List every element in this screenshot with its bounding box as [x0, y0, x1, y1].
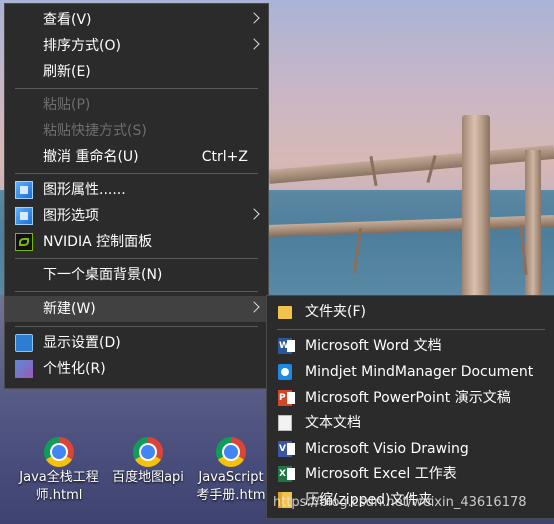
menu-item-next-background[interactable]: 下一个桌面背景(N) [5, 262, 268, 288]
desktop-icon-label: 师.html [35, 488, 83, 503]
fence-post-far [525, 150, 541, 300]
menu-item-label: 个性化(R) [43, 361, 106, 377]
desktop-icon-javascript-manual[interactable]: JavaScript 考手册.htm [186, 437, 276, 505]
menu-separator [15, 291, 258, 292]
menu-item-label: Microsoft PowerPoint 演示文稿 [305, 390, 511, 406]
menu-item-refresh[interactable]: 刷新(E) [5, 59, 268, 85]
menu-item-label: Microsoft Excel 工作表 [305, 466, 457, 482]
menu-item-label: 新建(W) [43, 301, 96, 317]
menu-item-label: 下一个桌面背景(N) [43, 267, 163, 283]
menu-item-label: 排序方式(O) [43, 38, 121, 54]
menu-item-graphics-options[interactable]: 图形选项 [5, 203, 268, 229]
menu-item-label: 粘贴快捷方式(S) [43, 123, 147, 139]
visio-icon [278, 441, 295, 457]
menu-item-label: 显示设置(D) [43, 335, 121, 351]
graphics-options-icon [15, 207, 33, 225]
chevron-right-icon [248, 12, 260, 24]
menu-separator [15, 88, 258, 89]
menu-item-shortcut: Ctrl+Z [201, 149, 248, 165]
menu-item-label: 图形属性...... [43, 182, 126, 198]
menu-separator [15, 258, 258, 259]
submenu-item-excel[interactable]: Microsoft Excel 工作表 [267, 461, 554, 487]
menu-separator [277, 329, 545, 330]
menu-item-sort-by[interactable]: 排序方式(O) [5, 33, 268, 59]
menu-item-paste-shortcut: 粘贴快捷方式(S) [5, 118, 268, 144]
menu-item-personalize[interactable]: 个性化(R) [5, 356, 268, 382]
chrome-icon [44, 437, 74, 467]
text-document-icon [278, 415, 292, 431]
submenu-item-folder[interactable]: 文件夹(F) [267, 299, 554, 325]
chrome-icon [133, 437, 163, 467]
menu-separator [15, 173, 258, 174]
menu-item-paste: 粘贴(P) [5, 92, 268, 118]
menu-item-graphics-properties[interactable]: 图形属性...... [5, 177, 268, 203]
personalize-icon [15, 360, 33, 378]
nvidia-icon [15, 233, 33, 251]
menu-item-nvidia-control-panel[interactable]: NVIDIA 控制面板 [5, 229, 268, 255]
submenu-item-mindmanager[interactable]: Mindjet MindManager Document [267, 359, 554, 385]
excel-icon [278, 466, 295, 482]
menu-item-label: 粘贴(P) [43, 97, 91, 113]
display-settings-icon [15, 334, 33, 352]
menu-item-label: 刷新(E) [43, 64, 91, 80]
menu-item-display-settings[interactable]: 显示设置(D) [5, 330, 268, 356]
desktop-icon-label: 考手册.htm [196, 488, 266, 503]
submenu-item-text-document[interactable]: 文本文档 [267, 410, 554, 436]
folder-icon [278, 306, 292, 319]
new-submenu: 文件夹(F) Microsoft Word 文档 Mindjet MindMan… [266, 295, 554, 519]
menu-item-label: Microsoft Visio Drawing [305, 441, 469, 457]
menu-item-label: 撤消 重命名(U) [43, 149, 139, 165]
menu-item-undo-rename[interactable]: 撤消 重命名(U) Ctrl+Z [5, 144, 268, 170]
mindmanager-icon [278, 364, 292, 380]
submenu-item-word[interactable]: Microsoft Word 文档 [267, 333, 554, 359]
graphics-properties-icon [15, 181, 33, 199]
menu-item-label: 查看(V) [43, 12, 92, 28]
chevron-right-icon [248, 301, 260, 313]
desktop-icon-label: Java全栈工程 [19, 470, 99, 485]
menu-item-view[interactable]: 查看(V) [5, 7, 268, 33]
desktop-icon-label: 百度地图api [112, 470, 184, 485]
chevron-right-icon [248, 208, 260, 220]
word-icon [278, 338, 295, 354]
menu-item-label: Mindjet MindManager Document [305, 364, 534, 380]
submenu-item-visio[interactable]: Microsoft Visio Drawing [267, 436, 554, 462]
chrome-icon [216, 437, 246, 467]
desktop-context-menu: 查看(V) 排序方式(O) 刷新(E) 粘贴(P) 粘贴快捷方式(S) 撤消 重… [4, 3, 269, 389]
submenu-item-powerpoint[interactable]: Microsoft PowerPoint 演示文稿 [267, 385, 554, 411]
menu-item-label: NVIDIA 控制面板 [43, 234, 153, 250]
desktop-icon-java-fullstack[interactable]: Java全栈工程 师.html [14, 437, 104, 505]
menu-item-label: 文件夹(F) [305, 304, 366, 320]
menu-item-new[interactable]: 新建(W) [5, 296, 268, 322]
desktop-icon-baidu-map[interactable]: 百度地图api [103, 437, 193, 487]
fence-post [462, 115, 490, 300]
powerpoint-icon [278, 390, 295, 406]
menu-item-label: 文本文档 [305, 415, 361, 431]
watermark-text: https://blog.csdn.net/weixin_43616178 [273, 495, 527, 510]
desktop-icon-label: JavaScript [198, 470, 264, 485]
menu-item-label: Microsoft Word 文档 [305, 338, 442, 354]
menu-separator [15, 326, 258, 327]
menu-item-label: 图形选项 [43, 208, 99, 224]
chevron-right-icon [248, 38, 260, 50]
